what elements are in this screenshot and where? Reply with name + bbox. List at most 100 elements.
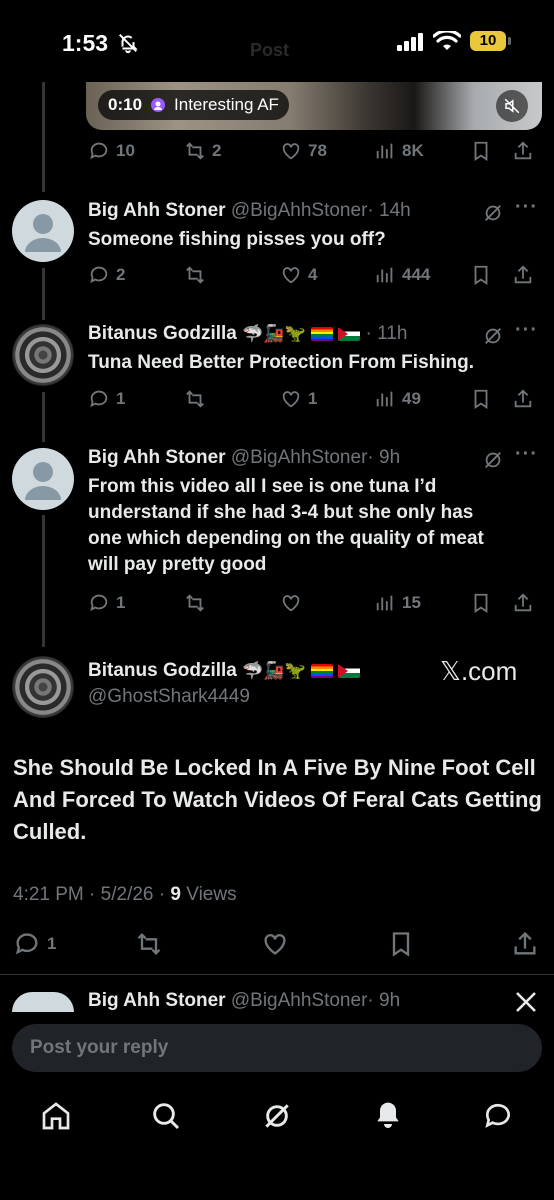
reply-count: 1 — [116, 389, 126, 408]
share-button[interactable] — [512, 592, 534, 614]
view-count: 444 — [402, 265, 431, 284]
video-info-pill[interactable]: 0:10 Interesting AF — [98, 90, 289, 120]
main-post-author[interactable]: Bitanus Godzilla 🦈🚂🦖 — [88, 660, 361, 682]
bookmark-icon — [474, 593, 488, 613]
author-name: Big Ahh Stoner — [88, 447, 226, 468]
more-icon[interactable]: ··· — [515, 319, 538, 342]
bookmark-icon — [474, 141, 488, 161]
rainbow-flag-icon — [310, 663, 333, 678]
reply-button[interactable]: 1 — [88, 592, 125, 614]
author-name: Big Ahh Stoner — [88, 990, 226, 1011]
reply-author[interactable]: Big Ahh Stoner @BigAhhStoner· 9h — [88, 447, 400, 469]
reply-text-line: understand if she had 3-4 but she only h… — [88, 502, 474, 523]
reply-author[interactable]: Big Ahh Stoner @BigAhhStoner· 9h — [88, 990, 400, 1012]
views-button[interactable]: 49 — [374, 388, 421, 410]
more-icon[interactable]: ··· — [515, 443, 538, 466]
post-time: · 14h — [367, 200, 411, 221]
more-icon[interactable]: ··· — [515, 196, 538, 219]
dinosaur-emoji: 🦖 — [284, 661, 306, 680]
views-button[interactable]: 8K — [374, 140, 424, 162]
views-icon — [376, 595, 393, 611]
close-icon[interactable] — [514, 990, 538, 1014]
reply-button[interactable]: 1 — [88, 388, 125, 410]
like-button[interactable]: 4 — [280, 264, 317, 286]
reply-button[interactable]: 1 — [13, 930, 56, 958]
share-button[interactable] — [512, 388, 534, 410]
reply-button[interactable]: 2 — [88, 264, 125, 286]
battery-indicator: 10 — [470, 31, 506, 51]
repost-icon — [186, 266, 204, 284]
avatar[interactable] — [12, 448, 74, 510]
repost-button[interactable] — [184, 264, 212, 286]
status-time: 1:53 — [62, 30, 109, 56]
repost-button[interactable]: 2 — [184, 140, 221, 162]
dinosaur-emoji: 🦖 — [284, 324, 306, 343]
like-button[interactable] — [280, 592, 308, 614]
bookmark-button[interactable] — [470, 592, 492, 614]
post-time: 4:21 PM — [13, 884, 84, 905]
bookmark-button[interactable] — [470, 388, 492, 410]
bookmark-button[interactable] — [387, 930, 415, 958]
reply-input[interactable]: Post your reply — [12, 1024, 542, 1072]
train-emoji: 🚂 — [263, 324, 285, 343]
avatar[interactable] — [12, 656, 74, 718]
mute-button[interactable] — [496, 90, 528, 122]
share-button[interactable] — [511, 930, 539, 958]
thread-line — [42, 82, 45, 192]
author-handle[interactable]: @GhostShark4449 — [88, 686, 250, 708]
bookmark-icon — [474, 265, 488, 285]
repost-icon — [186, 594, 204, 612]
reply-icon — [90, 266, 108, 284]
reply-icon — [90, 142, 108, 160]
action-bar: 1 15 — [88, 592, 542, 622]
action-bar: 10 2 78 8K — [88, 140, 542, 170]
search-icon[interactable] — [150, 1100, 182, 1132]
signal-icon — [397, 33, 423, 51]
bookmark-button[interactable] — [470, 264, 492, 286]
reply-button[interactable]: 10 — [88, 140, 135, 162]
bookmark-icon — [474, 389, 488, 409]
video-player[interactable]: 0:10 Interesting AF — [86, 82, 542, 130]
author-name: Bitanus Godzilla — [88, 660, 237, 681]
grok-icon[interactable] — [261, 1100, 293, 1132]
messages-icon[interactable] — [482, 1100, 514, 1132]
spaces-icon — [151, 98, 166, 112]
post-time: · 9h — [367, 447, 401, 468]
share-button[interactable] — [512, 264, 534, 286]
share-icon — [514, 931, 536, 955]
like-icon — [282, 267, 300, 284]
view-count: 49 — [402, 389, 421, 408]
views-button[interactable]: 15 — [374, 592, 421, 614]
grok-icon[interactable] — [482, 202, 504, 224]
reply-text-line: one which depending on the quality of me… — [88, 528, 484, 549]
avatar[interactable] — [12, 200, 74, 262]
like-button[interactable]: 78 — [280, 140, 327, 162]
video-space-label: Interesting AF — [174, 95, 279, 114]
shark-emoji: 🦈 — [242, 661, 264, 680]
views-button[interactable]: 444 — [374, 264, 430, 286]
repost-button[interactable] — [135, 930, 163, 958]
like-button[interactable] — [261, 930, 289, 958]
repost-button[interactable] — [184, 388, 212, 410]
reply-count: 10 — [116, 141, 135, 160]
repost-count: 2 — [212, 141, 222, 160]
author-name: Big Ahh Stoner — [88, 200, 226, 221]
home-icon[interactable] — [40, 1100, 72, 1132]
reply-text-line: will pay pretty good — [88, 554, 267, 575]
notifications-icon[interactable] — [372, 1100, 404, 1132]
share-button[interactable] — [512, 140, 534, 162]
repost-button[interactable] — [184, 592, 212, 614]
reply-author[interactable]: Bitanus Godzilla 🦈🚂🦖 · 11h — [88, 323, 407, 345]
share-icon — [514, 265, 532, 284]
avatar[interactable] — [12, 324, 74, 386]
reply-author[interactable]: Big Ahh Stoner @BigAhhStoner· 14h — [88, 200, 411, 222]
bookmark-button[interactable] — [470, 140, 492, 162]
like-button[interactable]: 1 — [280, 388, 317, 410]
grok-icon[interactable] — [482, 449, 504, 471]
grok-icon[interactable] — [482, 325, 504, 347]
rainbow-flag-icon — [310, 326, 333, 341]
palestine-flag-icon — [338, 663, 361, 678]
post-meta: 4:21 PM · 5/2/26 · 9 Views — [13, 884, 237, 905]
reply-text: Tuna Need Better Protection From Fishing… — [88, 352, 475, 373]
avatar[interactable] — [12, 992, 74, 1012]
